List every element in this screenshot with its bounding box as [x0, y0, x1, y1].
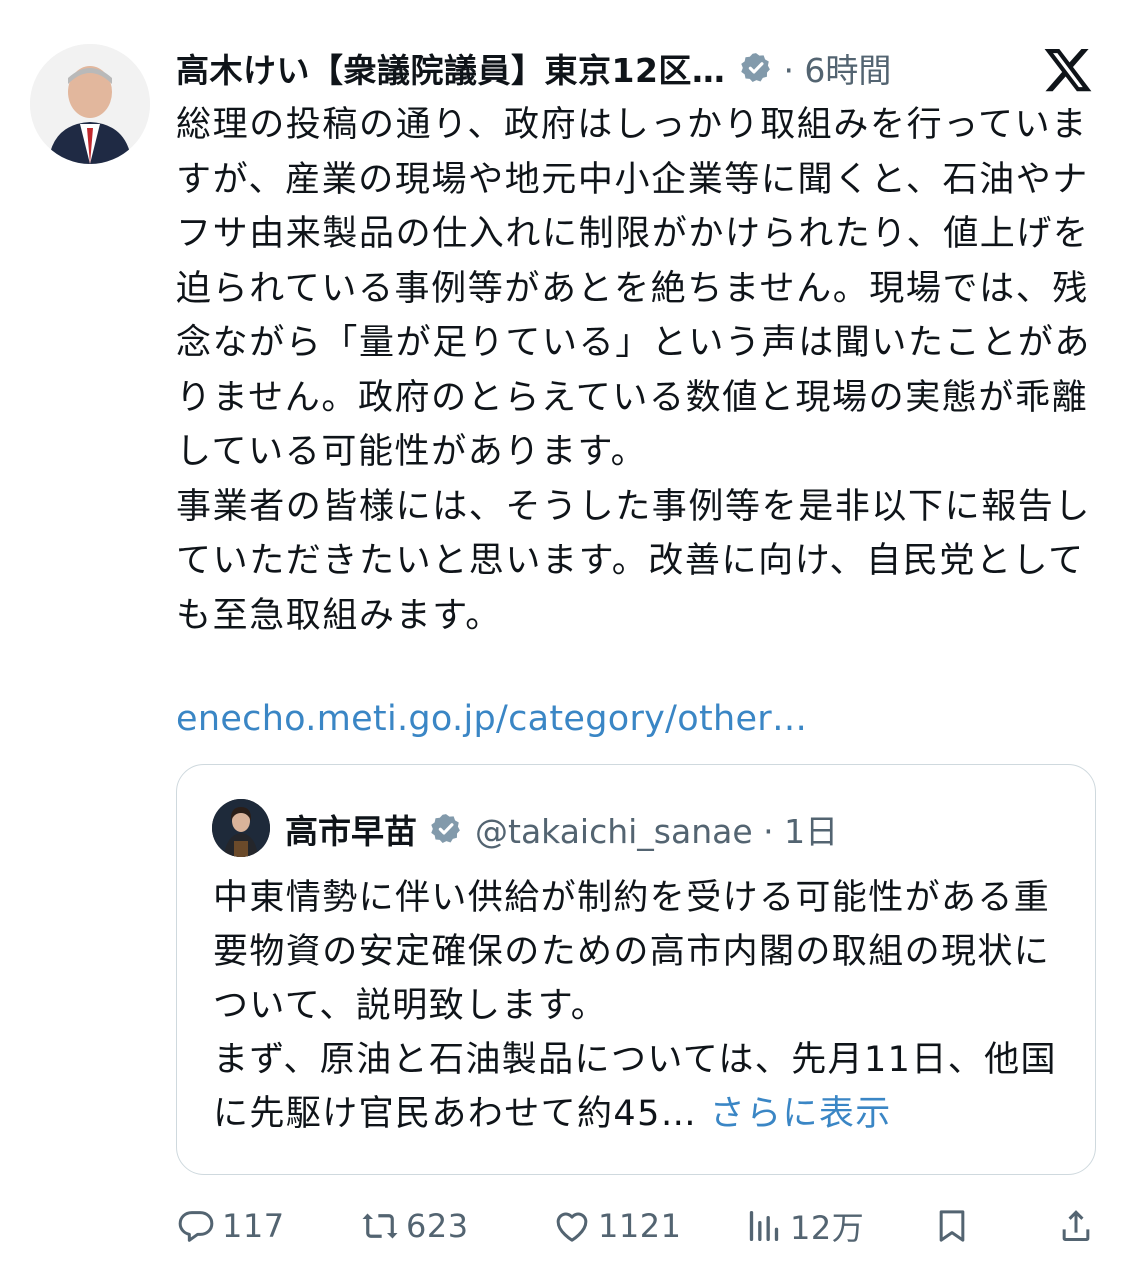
repost-count: 623 [406, 1207, 469, 1245]
verified-badge-icon [741, 53, 771, 83]
reply-icon [178, 1211, 214, 1242]
bookmark-icon [939, 1210, 965, 1242]
like-count: 1121 [598, 1207, 682, 1245]
reply-count: 117 [222, 1207, 285, 1245]
quoted-text: 中東情勢に伴い供給が制約を受ける可能性がある重要物資の安定確保のための高市内閣の… [213, 871, 1073, 1141]
verified-badge-icon [431, 814, 460, 844]
x-logo-icon[interactable] [1042, 44, 1094, 96]
author-name[interactable]: 高木けい【衆議院議員】東京12区… [176, 44, 725, 92]
quoted-header: 高市早苗 @takaichi_sanae · 1日 [285, 803, 838, 855]
views-icon [749, 1211, 779, 1241]
post-time[interactable]: · 6時間 [783, 44, 891, 92]
repost-button[interactable]: 623 [360, 1196, 469, 1256]
like-button[interactable]: 1121 [552, 1196, 681, 1256]
share-button[interactable] [1056, 1196, 1096, 1256]
like-icon [556, 1212, 588, 1242]
quoted-body: 中東情勢に伴い供給が制約を受ける可能性がある重要物資の安定確保のための高市内閣の… [213, 878, 1057, 1134]
post-header: 高木けい【衆議院議員】東京12区… · 6時間 [176, 40, 996, 96]
share-icon [1062, 1210, 1090, 1241]
quoted-handle-time: @takaichi_sanae · 1日 [475, 812, 839, 851]
post-body: 総理の投稿の通り、政府はしっかり取組みを行っていますが、産業の現場や地元中小企業… [176, 105, 1092, 636]
repost-icon [362, 1213, 398, 1239]
show-more-link[interactable]: さらに表示 [710, 1094, 892, 1134]
bookmark-button[interactable] [932, 1196, 972, 1256]
author-avatar[interactable] [30, 44, 150, 164]
quoted-avatar[interactable] [212, 799, 270, 857]
views-button[interactable]: 12万 [744, 1196, 864, 1256]
reply-button[interactable]: 117 [176, 1196, 285, 1256]
views-count: 12万 [790, 1209, 865, 1247]
quoted-post[interactable]: 高市早苗 @takaichi_sanae · 1日 中東情勢に伴い供給が制約を受… [176, 764, 1096, 1175]
quoted-author-name[interactable]: 高市早苗 [285, 805, 417, 853]
post-link[interactable]: enecho.meti.go.jp/category/other… [176, 692, 807, 746]
action-bar: 117 623 1121 12万 [0, 1196, 1125, 1256]
